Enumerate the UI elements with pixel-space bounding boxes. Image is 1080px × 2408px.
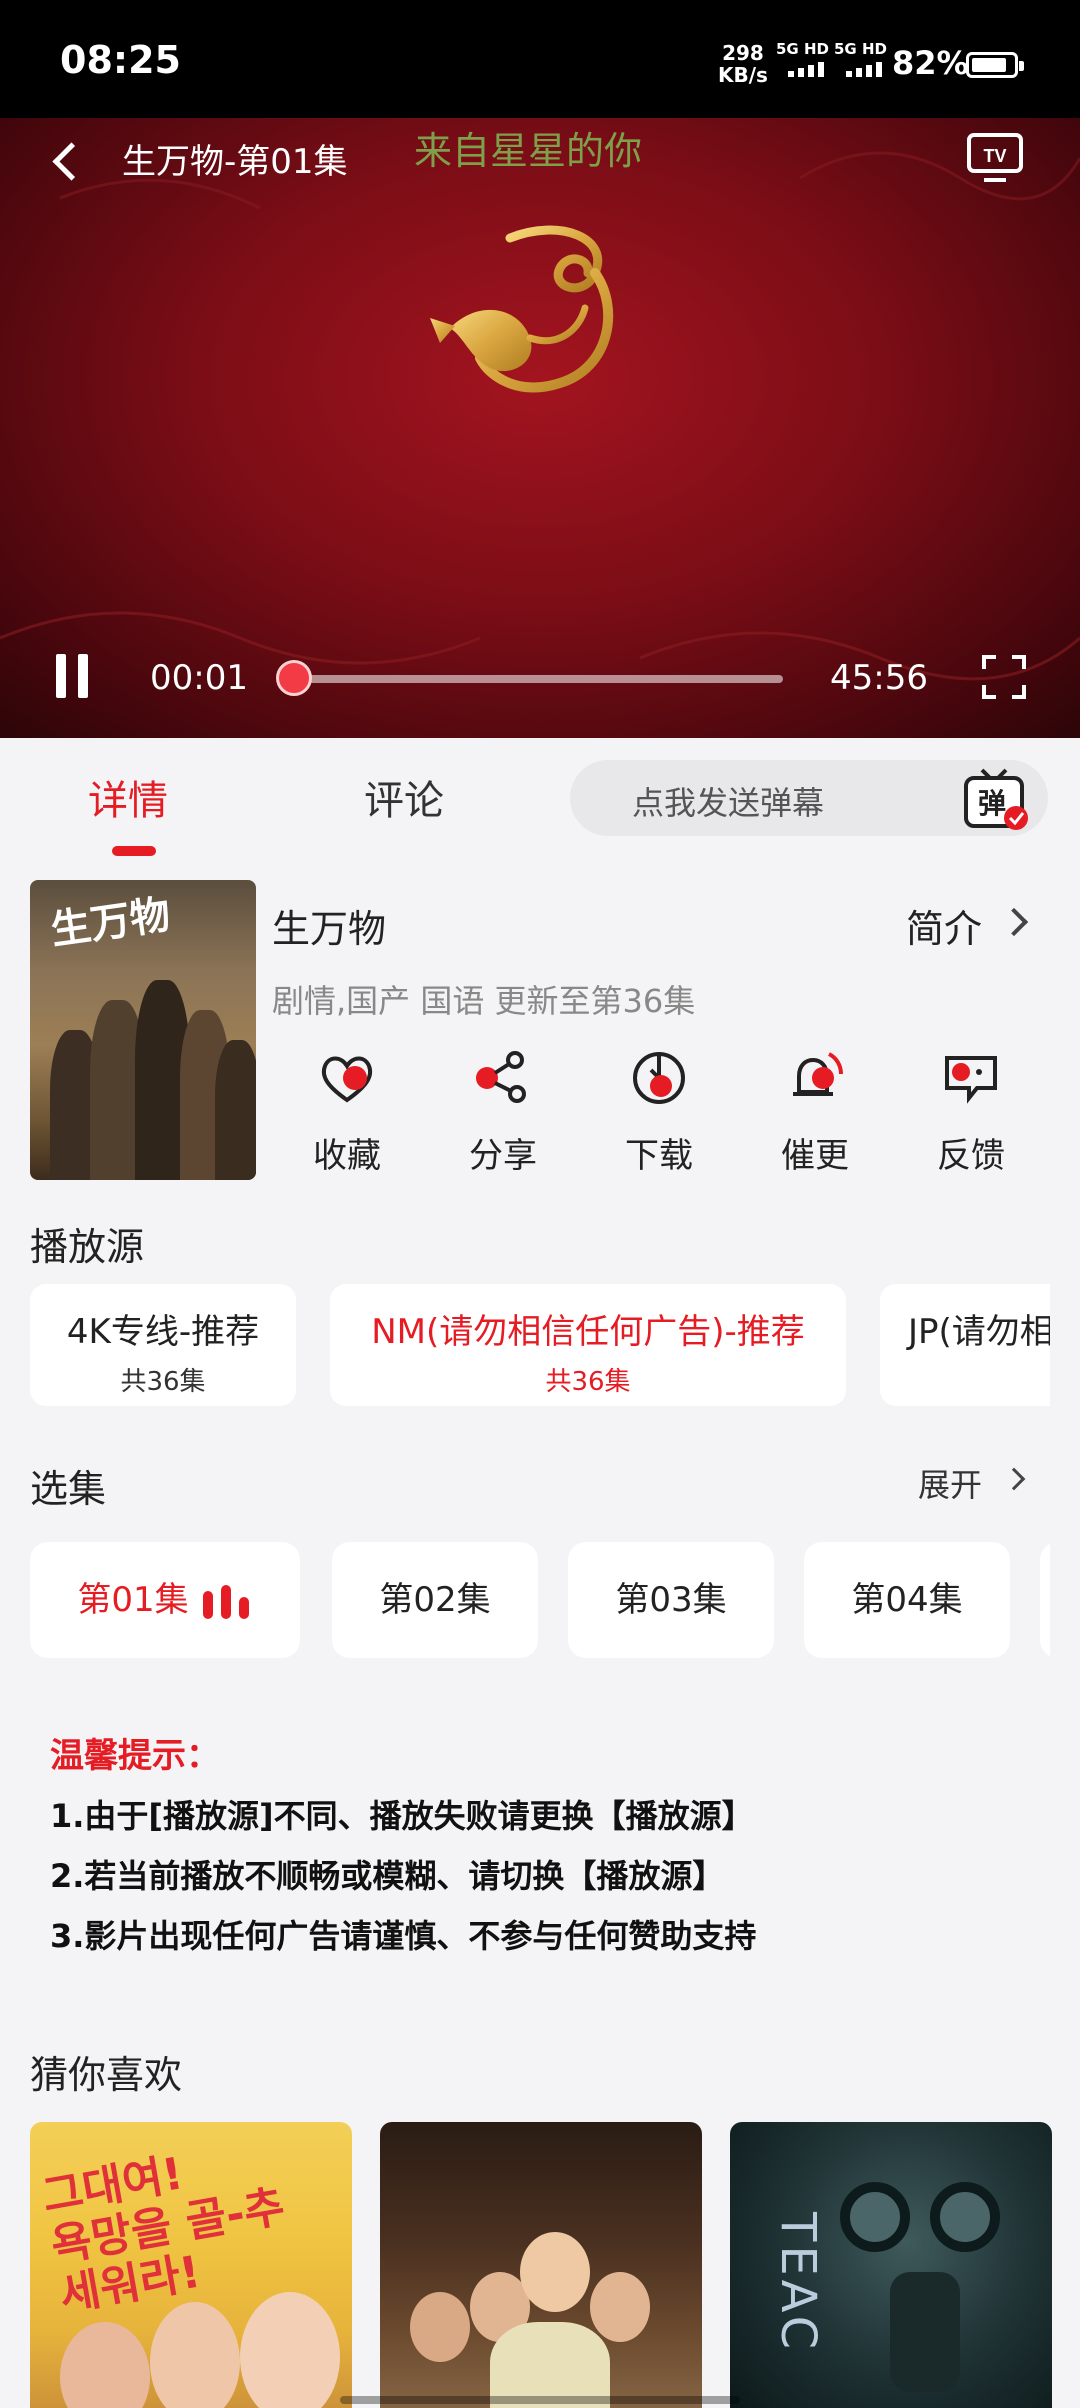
- svg-text:弹: 弹: [978, 787, 1006, 820]
- intro-link[interactable]: 简介: [906, 898, 982, 953]
- share-button[interactable]: 分享: [448, 1048, 558, 1177]
- recommend-item[interactable]: TEAC: [730, 2122, 1052, 2408]
- favorite-button[interactable]: 收藏: [292, 1048, 402, 1177]
- source-item[interactable]: JP(请勿相: [880, 1284, 1050, 1406]
- urge-update-button[interactable]: 催更: [760, 1048, 870, 1177]
- warm-tips: 温馨提示： 1.由于[播放源]不同、播放失败请更换【播放源】 2.若当前播放不顺…: [50, 1736, 757, 1955]
- fullscreen-icon[interactable]: [980, 653, 1028, 701]
- home-indicator: [340, 2396, 740, 2404]
- chevron-right-icon[interactable]: [999, 907, 1029, 937]
- seek-handle[interactable]: [276, 660, 312, 696]
- total-time: 45:56: [830, 658, 928, 698]
- status-bar: 08:25 298 KB/s 5G HD 5G HD 82%: [0, 0, 1080, 118]
- episode-item-active[interactable]: 第01集: [30, 1542, 300, 1658]
- source-item[interactable]: 4K专线-推荐 共36集: [30, 1284, 296, 1406]
- recommend-item[interactable]: 그대여! 욕망을 골-추 세워라!: [30, 2122, 352, 2408]
- phoenix-logo-icon: [410, 218, 670, 418]
- episode-item[interactable]: 第03集: [568, 1542, 774, 1658]
- video-title: 生万物-第01集: [122, 142, 348, 182]
- playing-indicator-icon: [202, 1584, 253, 1619]
- back-button[interactable]: [46, 132, 86, 192]
- episode-list[interactable]: 第01集 第02集 第03集 第04集: [0, 1530, 1050, 1670]
- download-button[interactable]: 下载: [604, 1048, 714, 1177]
- sources-title: 播放源: [30, 1225, 145, 1269]
- watermark-text: 来自星星的你: [414, 129, 643, 173]
- episode-item[interactable]: 第04集: [804, 1542, 1010, 1658]
- sources-list[interactable]: 4K专线-推荐 共36集 NM(请勿相信任何广告)-推荐 共36集 JP(请勿相: [0, 1270, 1050, 1420]
- cast-tv-icon[interactable]: TV: [966, 132, 1024, 184]
- episode-item-partial[interactable]: [1040, 1542, 1050, 1658]
- current-time: 00:01: [150, 658, 248, 698]
- recommend-title: 猜你喜欢: [30, 2053, 183, 2097]
- status-time: 08:25: [60, 38, 181, 82]
- feedback-button[interactable]: 反馈: [916, 1048, 1026, 1177]
- svg-text:TV: TV: [983, 146, 1006, 166]
- heart-icon: [317, 1048, 377, 1108]
- battery-percent: 82%: [892, 44, 969, 82]
- tab-details[interactable]: 详情: [88, 768, 168, 826]
- feedback-icon: [941, 1048, 1001, 1108]
- seek-bar[interactable]: [278, 675, 783, 683]
- show-meta: 剧情,国产 国语 更新至第36集: [272, 982, 696, 1020]
- danmu-toggle-icon[interactable]: 弹: [962, 766, 1032, 832]
- signal-icon-2: 5G HD: [834, 40, 898, 80]
- battery-icon: [966, 52, 1024, 78]
- danmu-placeholder: 点我发送弹幕: [632, 784, 825, 822]
- show-poster[interactable]: 生万物: [30, 880, 256, 1180]
- signal-icon: 5G HD: [776, 40, 840, 80]
- tab-comments[interactable]: 评论: [364, 768, 444, 826]
- pause-button[interactable]: [52, 654, 92, 698]
- download-icon: [629, 1048, 689, 1108]
- detail-tabs: 详情 评论 点我发送弹幕 弹: [0, 738, 1080, 856]
- source-item-active[interactable]: NM(请勿相信任何广告)-推荐 共36集: [330, 1284, 846, 1406]
- video-player[interactable]: 生万物-第01集 来自星星的你 TV 00:01 45:56: [0, 118, 1080, 738]
- danmu-input[interactable]: 点我发送弹幕 弹: [570, 760, 1048, 836]
- episodes-title: 选集: [30, 1467, 107, 1511]
- expand-episodes-button[interactable]: 展开: [918, 1460, 982, 1506]
- bell-icon: [785, 1048, 845, 1108]
- active-tab-indicator: [112, 846, 156, 856]
- network-speed: 298 KB/s: [718, 41, 768, 87]
- player-background-pattern: [0, 151, 1080, 681]
- episode-item[interactable]: 第02集: [332, 1542, 538, 1658]
- chevron-right-icon[interactable]: [1002, 1467, 1026, 1491]
- show-title: 生万物: [272, 907, 387, 951]
- recommend-item[interactable]: [380, 2122, 702, 2408]
- share-icon: [473, 1048, 533, 1108]
